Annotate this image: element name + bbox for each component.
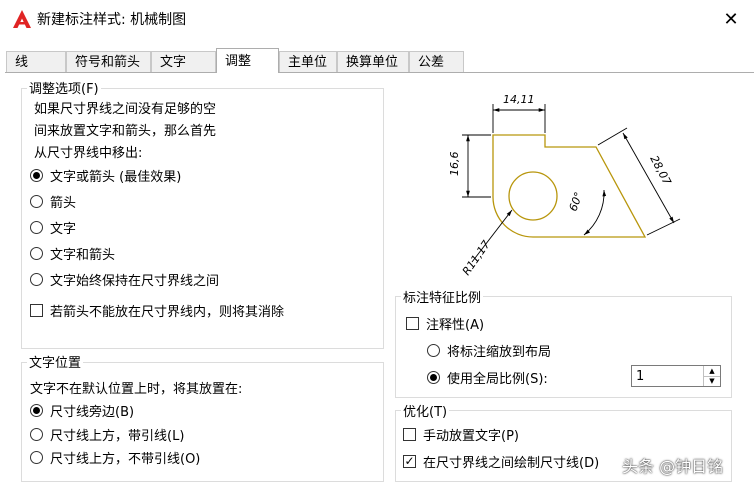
- radio-text-or-arrows-label[interactable]: 文字或箭头 (最佳效果): [50, 166, 181, 185]
- manual-placement-label[interactable]: 手动放置文字(P): [423, 425, 519, 444]
- annotative-checkbox[interactable]: [406, 317, 419, 330]
- tab-alternate-units[interactable]: 换算单位: [337, 51, 409, 72]
- radio-over-with-leader[interactable]: [30, 428, 43, 441]
- radio-use-overall-scale-label[interactable]: 使用全局比例(S):: [447, 368, 548, 387]
- radio-text[interactable]: [30, 221, 43, 234]
- watermark: 头条 @钟日铭: [622, 457, 724, 476]
- radio-text-and-arrows[interactable]: [30, 247, 43, 260]
- finetune-title: 优化(T): [401, 401, 450, 420]
- tab-text[interactable]: 文字: [151, 51, 216, 72]
- text-placement-title: 文字位置: [27, 352, 84, 371]
- radio-over-without-leader-label[interactable]: 尺寸线上方，不带引线(O): [50, 448, 200, 467]
- radio-text-or-arrows[interactable]: [30, 169, 43, 182]
- draw-dimline-checkbox[interactable]: ✓: [403, 455, 416, 468]
- radio-over-with-leader-label[interactable]: 尺寸线上方，带引线(L): [50, 425, 184, 444]
- radio-scale-to-layout[interactable]: [427, 344, 440, 357]
- fit-options-title: 调整选项(F): [27, 78, 101, 97]
- radio-text-label[interactable]: 文字: [50, 218, 76, 237]
- dim-top-label: 14,11: [503, 93, 535, 106]
- tab-fit[interactable]: 调整: [216, 48, 279, 73]
- radio-always-keep-text[interactable]: [30, 273, 43, 286]
- radio-over-without-leader[interactable]: [30, 451, 43, 464]
- radio-arrows-label[interactable]: 箭头: [50, 192, 76, 211]
- text-placement-description: 文字不在默认位置上时，将其放置在:: [30, 382, 243, 397]
- annotative-label[interactable]: 注释性(A): [426, 314, 484, 333]
- radio-beside-dimline-label[interactable]: 尺寸线旁边(B): [50, 401, 134, 420]
- radio-beside-dimline[interactable]: [30, 404, 43, 417]
- overall-scale-spinner[interactable]: 1 ▲ ▼: [631, 365, 721, 387]
- close-button[interactable]: ✕: [708, 0, 754, 38]
- fit-description-line2: 间来放置文字和箭头，那么首先: [34, 124, 217, 139]
- radio-scale-to-layout-label[interactable]: 将标注缩放到布局: [447, 341, 551, 360]
- overall-scale-value[interactable]: 1: [636, 369, 644, 384]
- dialog-title: 新建标注样式: 机械制图: [37, 12, 187, 28]
- spin-down-icon[interactable]: ▼: [704, 376, 720, 386]
- tab-primary-units[interactable]: 主单位: [279, 51, 337, 72]
- autocad-logo-icon: [13, 10, 31, 28]
- fit-description-line1: 如果尺寸界线之间没有足够的空: [34, 102, 217, 117]
- dim-left-label: 16,6: [448, 152, 461, 177]
- suppress-arrows-checkbox[interactable]: [30, 304, 43, 317]
- tab-symbols-arrows[interactable]: 符号和箭头: [66, 51, 151, 72]
- tab-lines[interactable]: 线: [6, 51, 66, 72]
- radio-always-keep-text-label[interactable]: 文字始终保持在尺寸界线之间: [50, 270, 219, 289]
- part-hole: [508, 171, 558, 221]
- tab-tolerances[interactable]: 公差: [409, 51, 464, 72]
- close-icon: ✕: [723, 8, 739, 30]
- manual-placement-checkbox[interactable]: [403, 428, 416, 441]
- title-bar: 新建标注样式: 机械制图 ✕: [0, 0, 754, 38]
- suppress-arrows-label[interactable]: 若箭头不能放在尺寸界线内，则将其消除: [50, 301, 284, 320]
- draw-dimline-label[interactable]: 在尺寸界线之间绘制尺寸线(D): [423, 452, 599, 471]
- fit-description-line3: 从尺寸界线中移出:: [34, 146, 143, 161]
- dim-angle-label: 60°: [567, 190, 586, 213]
- radio-arrows[interactable]: [30, 195, 43, 208]
- dimension-preview: 14,11 16,6 28,07 60° R11,17: [448, 93, 681, 278]
- dim-radius-label: R11,17: [460, 238, 493, 278]
- part-outline: [492, 134, 647, 238]
- radio-text-and-arrows-label[interactable]: 文字和箭头: [50, 244, 115, 263]
- radio-use-overall-scale[interactable]: [427, 371, 440, 384]
- scale-title: 标注特征比例: [401, 287, 484, 306]
